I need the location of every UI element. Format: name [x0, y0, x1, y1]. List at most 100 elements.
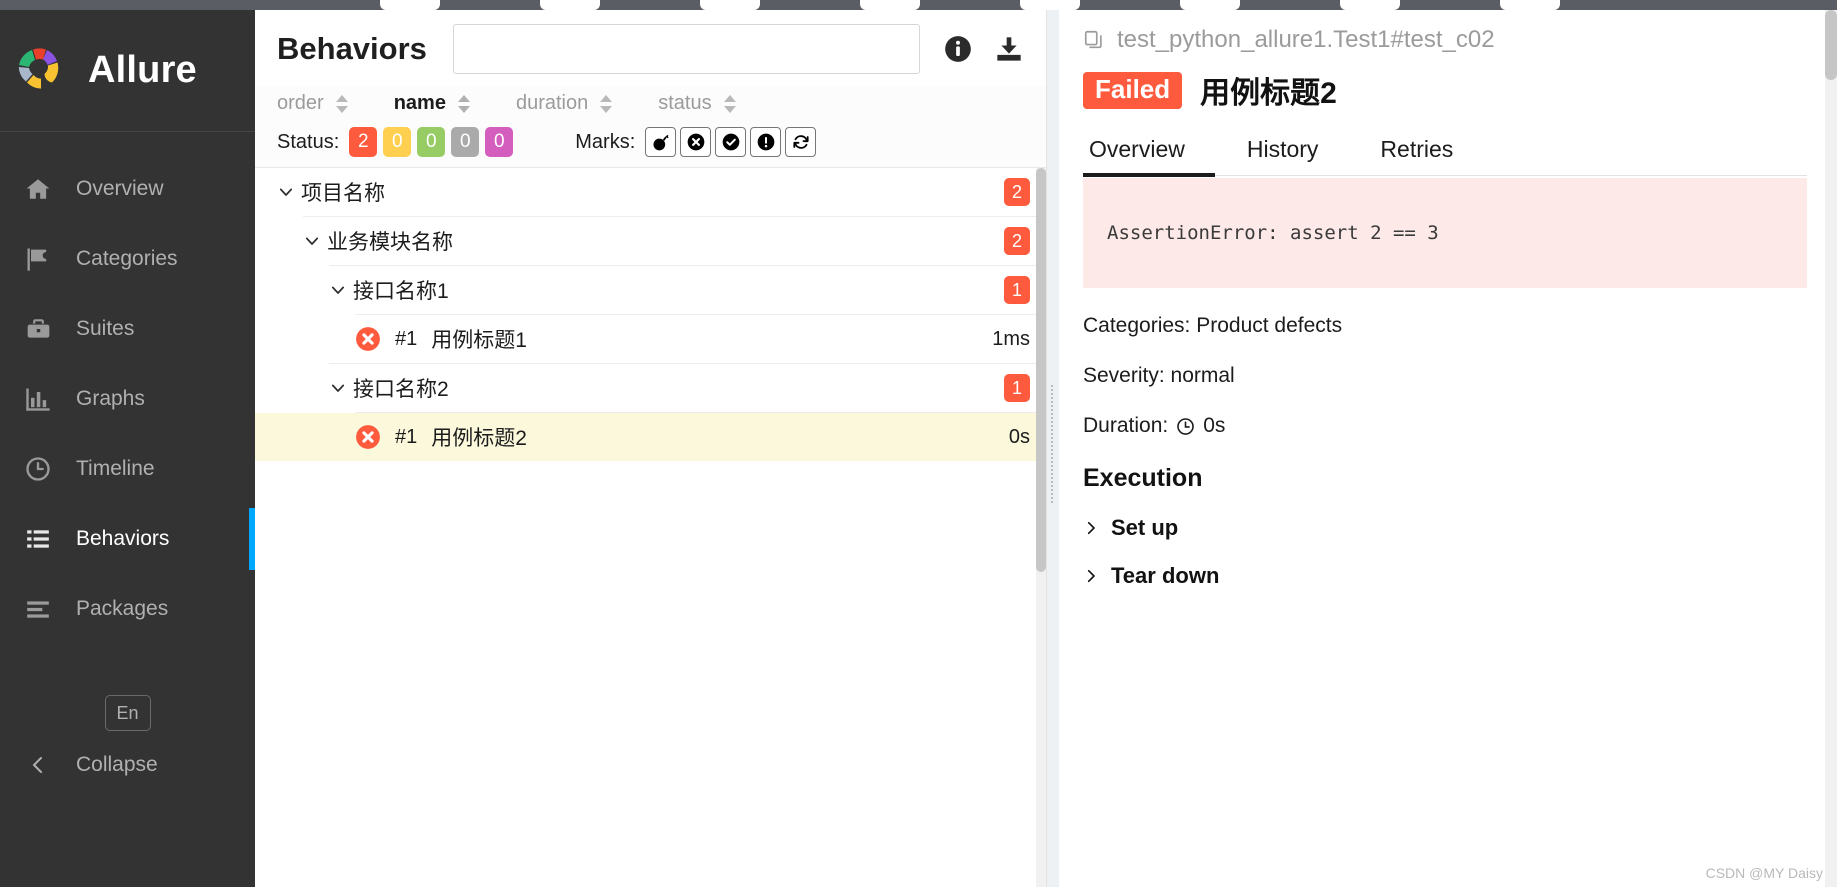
tree-count-badge: 2: [1004, 178, 1030, 206]
execution-item-label: Tear down: [1111, 563, 1220, 588]
error-message-text: AssertionError: assert 2 == 3: [1107, 222, 1439, 244]
execution-item-teardown[interactable]: Tear down: [1083, 563, 1807, 589]
tree-case-row-selected[interactable]: #1 用例标题2 0s: [255, 413, 1046, 461]
tree-group-label: 业务模块名称: [327, 231, 453, 254]
panel-resize-handle[interactable]: [1047, 0, 1059, 887]
status-chip-unknown[interactable]: 0: [485, 127, 514, 157]
sidebar-item-label: Packages: [76, 597, 169, 620]
sidebar-item-label: Graphs: [76, 387, 145, 410]
failed-x-circle-icon: [355, 424, 381, 450]
tab-overview[interactable]: Overview: [1083, 130, 1215, 177]
tree-group-row[interactable]: 项目名称 2: [255, 168, 1046, 216]
sidebar-nav: Overview Categories Suites Graphs Timeli…: [0, 132, 255, 644]
tree-group-row[interactable]: 接口名称1 1: [255, 266, 1046, 314]
detail-scrollbar-thumb[interactable]: [1825, 10, 1837, 80]
sort-by-order[interactable]: order: [277, 92, 350, 115]
severity-text: Severity: normal: [1083, 364, 1235, 387]
browser-tab-gap: [540, 0, 600, 10]
clock-icon: [16, 452, 60, 486]
tree-case-row[interactable]: #1 用例标题1 1ms: [255, 315, 1046, 363]
passed-check-circle-icon[interactable]: [715, 127, 747, 157]
tree-header: Behaviors: [255, 10, 1046, 86]
copy-icon[interactable]: [1083, 29, 1105, 51]
chevron-down-icon: [329, 281, 347, 299]
status-badge: Failed: [1083, 71, 1183, 109]
chevron-down-icon: [277, 183, 295, 201]
sidebar-item-graphs[interactable]: Graphs: [0, 364, 255, 434]
brand-header[interactable]: Allure: [0, 10, 255, 132]
sort-by-status[interactable]: status: [658, 92, 737, 115]
sidebar-item-behaviors[interactable]: Behaviors: [0, 504, 255, 574]
status-chip-passed[interactable]: 0: [417, 127, 446, 157]
tab-retries[interactable]: Retries: [1374, 130, 1483, 175]
behaviors-tree-panel: Behaviors order name duration status Sta…: [255, 0, 1047, 887]
sort-arrows-icon: [334, 94, 350, 114]
sidebar-item-overview[interactable]: Overview: [0, 154, 255, 224]
sort-arrows-icon: [598, 94, 614, 114]
error-message-box: AssertionError: assert 2 == 3: [1083, 178, 1807, 288]
tree-group-label: 项目名称: [301, 182, 385, 205]
execution-item-setup[interactable]: Set up: [1083, 515, 1807, 541]
allure-report-app: Allure Overview Categories Suites Graphs…: [0, 0, 1837, 887]
detail-tabs: Overview History Retries: [1083, 130, 1807, 177]
sidebar-item-suites[interactable]: Suites: [0, 294, 255, 364]
status-filter-label: Status:: [277, 130, 340, 153]
tree-group-row[interactable]: 接口名称2 1: [255, 364, 1046, 412]
failed-x-circle-icon[interactable]: [680, 127, 712, 157]
browser-tab-gap: [1180, 0, 1240, 10]
tree-scrollbar[interactable]: [1036, 168, 1046, 887]
marks-button-group: [645, 127, 817, 157]
tree-group-row[interactable]: 业务模块名称 2: [255, 217, 1046, 265]
browser-tab-gap: [1500, 0, 1560, 10]
sidebar-item-packages[interactable]: Packages: [0, 574, 255, 644]
brand-name: Allure: [88, 49, 197, 91]
browser-tab-gap: [700, 0, 760, 10]
test-detail-content: test_python_allure1.Test1#test_c02 Faile…: [1059, 10, 1837, 589]
collapse-sidebar-button[interactable]: Collapse: [0, 753, 255, 777]
info-exclamation-icon[interactable]: [750, 127, 782, 157]
tree-case-duration: 1ms: [992, 327, 1030, 350]
briefcase-icon: [16, 312, 60, 346]
behaviors-tree: 项目名称 2 业务模块名称 2 接口名称1 1 #1 用例标题1 1ms 接口名…: [255, 168, 1046, 887]
tree-case-duration: 0s: [1008, 425, 1030, 448]
info-icon[interactable]: [944, 35, 972, 63]
chevron-right-icon: [1083, 519, 1099, 537]
chevron-right-icon: [1083, 567, 1099, 585]
sort-arrows-icon: [722, 94, 738, 114]
sort-columns-row: order name duration status: [255, 86, 1046, 123]
execution-section-title: Execution: [1083, 464, 1203, 492]
bar-chart-icon: [16, 382, 60, 416]
tree-scrollbar-thumb[interactable]: [1036, 168, 1046, 572]
tree-case-label: 用例标题2: [431, 427, 527, 450]
status-chip-group: 2 0 0 0 0: [349, 127, 514, 157]
home-icon: [16, 172, 60, 206]
status-chip-failed[interactable]: 2: [349, 127, 378, 157]
tree-case-order: #1: [395, 425, 418, 448]
duration-label: Duration:: [1083, 414, 1169, 437]
severity-line: Severity: normal: [1083, 364, 1807, 388]
allure-logo-icon: [8, 40, 70, 102]
execution-item-label: Set up: [1111, 515, 1179, 540]
chevron-left-icon: [16, 753, 60, 777]
retry-refresh-icon[interactable]: [785, 127, 817, 157]
status-chip-broken[interactable]: 0: [383, 127, 412, 157]
categories-text: Categories: Product defects: [1083, 314, 1343, 337]
status-chip-skipped[interactable]: 0: [451, 127, 480, 157]
sidebar-item-timeline[interactable]: Timeline: [0, 434, 255, 504]
sidebar-item-categories[interactable]: Categories: [0, 224, 255, 294]
sort-by-duration[interactable]: duration: [516, 92, 614, 115]
detail-scrollbar[interactable]: [1825, 10, 1837, 887]
browser-tab-gap: [1020, 0, 1080, 10]
tab-history[interactable]: History: [1241, 130, 1349, 175]
sort-by-name[interactable]: name: [394, 92, 472, 115]
tree-count-badge: 1: [1004, 374, 1030, 402]
language-selector[interactable]: En: [104, 695, 151, 731]
test-case-title: 用例标题2: [1200, 77, 1337, 110]
tree-count-badge: 2: [1004, 227, 1030, 255]
sidebar-item-label: Overview: [76, 177, 164, 200]
chevron-down-icon: [303, 232, 321, 250]
browser-tab-gap: [1340, 0, 1400, 10]
search-input[interactable]: [452, 24, 920, 74]
flaky-bomb-icon[interactable]: [645, 127, 677, 157]
download-icon[interactable]: [994, 35, 1024, 63]
